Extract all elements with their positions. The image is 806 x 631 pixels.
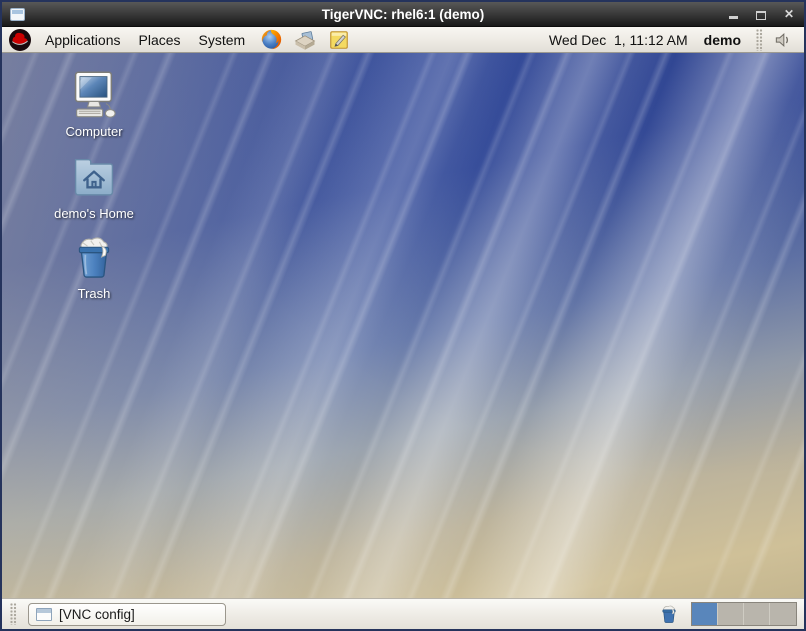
menu-places[interactable]: Places — [130, 27, 190, 53]
taskbar-item-label: [VNC config] — [59, 607, 135, 622]
workspace-2[interactable] — [718, 603, 744, 625]
firefox-icon — [260, 28, 283, 51]
desktop-icon-label: demo's Home — [54, 206, 134, 221]
notes-launcher[interactable] — [327, 28, 351, 52]
desktop-icon-trash[interactable]: Trash — [44, 231, 144, 301]
computer-icon — [68, 69, 120, 121]
window-menu-icon[interactable] — [10, 8, 25, 21]
desktop-icon-label: Computer — [65, 124, 122, 139]
firefox-launcher[interactable] — [259, 28, 283, 52]
evolution-mail-icon — [293, 28, 317, 52]
trash-applet[interactable] — [657, 602, 681, 626]
desktop[interactable]: Computer demo's Home — [2, 53, 804, 598]
minimize-button[interactable] — [726, 7, 740, 21]
menu-applications[interactable]: Applications — [36, 27, 130, 53]
window-list-drag-handle[interactable] — [10, 603, 17, 625]
redhat-logo-icon — [8, 28, 32, 52]
desktop-icon-home[interactable]: demo's Home — [44, 151, 144, 221]
clock[interactable]: Wed Dec 1, 11:12 AM — [541, 32, 696, 48]
applet-drag-handle[interactable] — [756, 29, 763, 51]
notes-icon — [328, 29, 350, 51]
trash-applet-icon — [658, 603, 680, 625]
evolution-launcher[interactable] — [293, 28, 317, 52]
speaker-icon — [773, 30, 793, 50]
desktop-icon-label: Trash — [78, 286, 111, 301]
minimize-icon — [729, 16, 738, 19]
gnome-top-panel: Applications Places System — [2, 27, 804, 53]
window-icon — [36, 608, 52, 621]
gnome-bottom-panel: [VNC config] — [2, 598, 804, 629]
desktop-icon-computer[interactable]: Computer — [44, 69, 144, 139]
window-title: TigerVNC: rhel6:1 (demo) — [2, 7, 804, 22]
trash-icon — [68, 231, 120, 283]
taskbar-item-vnc-config[interactable]: [VNC config] — [28, 603, 226, 626]
workspace-switcher — [691, 602, 797, 626]
user-menu[interactable]: demo — [696, 32, 753, 48]
home-folder-icon — [68, 151, 120, 203]
workspace-3[interactable] — [744, 603, 770, 625]
volume-applet[interactable] — [771, 28, 795, 52]
workspace-1[interactable] — [692, 603, 718, 625]
maximize-icon — [756, 11, 766, 20]
close-button[interactable]: ✕ — [782, 7, 796, 21]
redhat-menu-icon[interactable] — [8, 28, 32, 52]
window-titlebar: TigerVNC: rhel6:1 (demo) ✕ — [2, 2, 804, 27]
vnc-window: TigerVNC: rhel6:1 (demo) ✕ Applications … — [0, 0, 806, 631]
window-controls: ✕ — [726, 7, 796, 21]
workspace-4[interactable] — [770, 603, 796, 625]
maximize-button[interactable] — [754, 7, 768, 21]
menu-system[interactable]: System — [190, 27, 255, 53]
